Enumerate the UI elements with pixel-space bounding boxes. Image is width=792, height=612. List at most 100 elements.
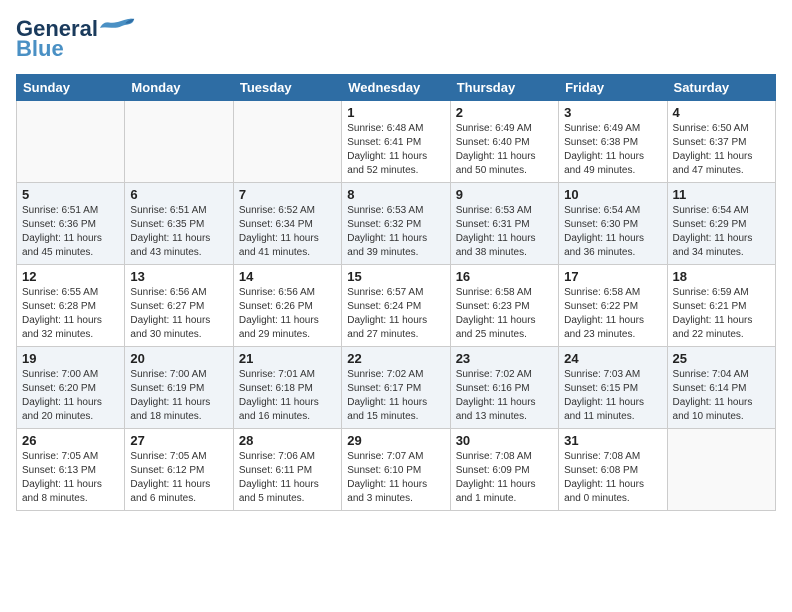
weekday-header-row: SundayMondayTuesdayWednesdayThursdayFrid… (17, 75, 776, 101)
day-number: 9 (456, 187, 553, 202)
calendar-cell: 7 Sunrise: 6:52 AM Sunset: 6:34 PM Daylig… (233, 183, 341, 265)
calendar-cell (17, 101, 125, 183)
logo-bird-icon (100, 16, 136, 38)
calendar-cell: 9 Sunrise: 6:53 AM Sunset: 6:31 PM Daylig… (450, 183, 558, 265)
day-number: 31 (564, 433, 661, 448)
calendar-cell: 8 Sunrise: 6:53 AM Sunset: 6:32 PM Daylig… (342, 183, 450, 265)
weekday-tuesday: Tuesday (233, 75, 341, 101)
calendar-cell: 1 Sunrise: 6:48 AM Sunset: 6:41 PM Daylig… (342, 101, 450, 183)
day-number: 4 (673, 105, 770, 120)
day-number: 10 (564, 187, 661, 202)
day-info: Sunrise: 6:53 AM Sunset: 6:31 PM Dayligh… (456, 204, 553, 260)
logo-blue: Blue (16, 36, 64, 62)
day-info: Sunrise: 6:50 AM Sunset: 6:37 PM Dayligh… (673, 122, 770, 178)
day-number: 15 (347, 269, 444, 284)
day-info: Sunrise: 6:54 AM Sunset: 6:30 PM Dayligh… (564, 204, 661, 260)
day-number: 24 (564, 351, 661, 366)
day-number: 25 (673, 351, 770, 366)
day-number: 7 (239, 187, 336, 202)
day-number: 22 (347, 351, 444, 366)
day-number: 28 (239, 433, 336, 448)
logo: General Blue (16, 16, 136, 62)
day-number: 2 (456, 105, 553, 120)
calendar-cell: 2 Sunrise: 6:49 AM Sunset: 6:40 PM Daylig… (450, 101, 558, 183)
day-info: Sunrise: 7:00 AM Sunset: 6:19 PM Dayligh… (130, 368, 227, 424)
calendar-cell (233, 101, 341, 183)
day-info: Sunrise: 6:54 AM Sunset: 6:29 PM Dayligh… (673, 204, 770, 260)
day-number: 8 (347, 187, 444, 202)
day-number: 5 (22, 187, 119, 202)
weekday-wednesday: Wednesday (342, 75, 450, 101)
day-info: Sunrise: 7:05 AM Sunset: 6:12 PM Dayligh… (130, 450, 227, 506)
day-number: 19 (22, 351, 119, 366)
day-info: Sunrise: 7:02 AM Sunset: 6:17 PM Dayligh… (347, 368, 444, 424)
calendar-body: 1 Sunrise: 6:48 AM Sunset: 6:41 PM Daylig… (17, 101, 776, 511)
day-number: 1 (347, 105, 444, 120)
weekday-thursday: Thursday (450, 75, 558, 101)
day-info: Sunrise: 6:48 AM Sunset: 6:41 PM Dayligh… (347, 122, 444, 178)
calendar-cell: 15 Sunrise: 6:57 AM Sunset: 6:24 PM Dayli… (342, 265, 450, 347)
calendar-cell: 16 Sunrise: 6:58 AM Sunset: 6:23 PM Dayli… (450, 265, 558, 347)
calendar-cell: 18Sunrise: 6:59 AM Sunset: 6:21 PM Dayli… (667, 265, 775, 347)
day-number: 3 (564, 105, 661, 120)
calendar-cell: 4 Sunrise: 6:50 AM Sunset: 6:37 PM Daylig… (667, 101, 775, 183)
page-header: General Blue (16, 16, 776, 62)
calendar-cell: 14Sunrise: 6:56 AM Sunset: 6:26 PM Dayli… (233, 265, 341, 347)
day-info: Sunrise: 6:53 AM Sunset: 6:32 PM Dayligh… (347, 204, 444, 260)
calendar-week-3: 12 Sunrise: 6:55 AM Sunset: 6:28 PM Dayli… (17, 265, 776, 347)
calendar-cell (667, 429, 775, 511)
day-info: Sunrise: 7:01 AM Sunset: 6:18 PM Dayligh… (239, 368, 336, 424)
calendar-cell: 11 Sunrise: 6:54 AM Sunset: 6:29 PM Dayli… (667, 183, 775, 265)
day-info: Sunrise: 7:05 AM Sunset: 6:13 PM Dayligh… (22, 450, 119, 506)
day-number: 29 (347, 433, 444, 448)
day-number: 23 (456, 351, 553, 366)
day-number: 16 (456, 269, 553, 284)
calendar-cell: 13 Sunrise: 6:56 AM Sunset: 6:27 PM Dayli… (125, 265, 233, 347)
day-number: 11 (673, 187, 770, 202)
day-info: Sunrise: 7:03 AM Sunset: 6:15 PM Dayligh… (564, 368, 661, 424)
calendar-week-4: 19 Sunrise: 7:00 AM Sunset: 6:20 PM Dayli… (17, 347, 776, 429)
weekday-friday: Friday (559, 75, 667, 101)
day-info: Sunrise: 6:51 AM Sunset: 6:35 PM Dayligh… (130, 204, 227, 260)
day-info: Sunrise: 7:08 AM Sunset: 6:09 PM Dayligh… (456, 450, 553, 506)
calendar-table: SundayMondayTuesdayWednesdayThursdayFrid… (16, 74, 776, 511)
day-info: Sunrise: 6:56 AM Sunset: 6:27 PM Dayligh… (130, 286, 227, 342)
calendar-cell: 19 Sunrise: 7:00 AM Sunset: 6:20 PM Dayli… (17, 347, 125, 429)
day-number: 13 (130, 269, 227, 284)
calendar-cell (125, 101, 233, 183)
calendar-cell: 28 Sunrise: 7:06 AM Sunset: 6:11 PM Dayli… (233, 429, 341, 511)
day-info: Sunrise: 7:07 AM Sunset: 6:10 PM Dayligh… (347, 450, 444, 506)
day-info: Sunrise: 6:58 AM Sunset: 6:23 PM Dayligh… (456, 286, 553, 342)
calendar-cell: 23 Sunrise: 7:02 AM Sunset: 6:16 PM Dayli… (450, 347, 558, 429)
calendar-cell: 12 Sunrise: 6:55 AM Sunset: 6:28 PM Dayli… (17, 265, 125, 347)
day-info: Sunrise: 6:49 AM Sunset: 6:40 PM Dayligh… (456, 122, 553, 178)
day-info: Sunrise: 6:49 AM Sunset: 6:38 PM Dayligh… (564, 122, 661, 178)
day-number: 30 (456, 433, 553, 448)
day-info: Sunrise: 6:57 AM Sunset: 6:24 PM Dayligh… (347, 286, 444, 342)
day-info: Sunrise: 7:04 AM Sunset: 6:14 PM Dayligh… (673, 368, 770, 424)
day-info: Sunrise: 7:02 AM Sunset: 6:16 PM Dayligh… (456, 368, 553, 424)
day-number: 18 (673, 269, 770, 284)
calendar-cell: 25 Sunrise: 7:04 AM Sunset: 6:14 PM Dayli… (667, 347, 775, 429)
day-info: Sunrise: 6:58 AM Sunset: 6:22 PM Dayligh… (564, 286, 661, 342)
weekday-saturday: Saturday (667, 75, 775, 101)
calendar-cell: 3 Sunrise: 6:49 AM Sunset: 6:38 PM Daylig… (559, 101, 667, 183)
day-number: 26 (22, 433, 119, 448)
day-info: Sunrise: 6:55 AM Sunset: 6:28 PM Dayligh… (22, 286, 119, 342)
day-info: Sunrise: 7:00 AM Sunset: 6:20 PM Dayligh… (22, 368, 119, 424)
day-info: Sunrise: 7:06 AM Sunset: 6:11 PM Dayligh… (239, 450, 336, 506)
day-number: 20 (130, 351, 227, 366)
calendar-cell: 10 Sunrise: 6:54 AM Sunset: 6:30 PM Dayli… (559, 183, 667, 265)
calendar-cell: 5 Sunrise: 6:51 AM Sunset: 6:36 PM Daylig… (17, 183, 125, 265)
day-number: 27 (130, 433, 227, 448)
calendar-week-2: 5 Sunrise: 6:51 AM Sunset: 6:36 PM Daylig… (17, 183, 776, 265)
day-info: Sunrise: 6:51 AM Sunset: 6:36 PM Dayligh… (22, 204, 119, 260)
calendar-week-1: 1 Sunrise: 6:48 AM Sunset: 6:41 PM Daylig… (17, 101, 776, 183)
calendar-cell: 26 Sunrise: 7:05 AM Sunset: 6:13 PM Dayli… (17, 429, 125, 511)
day-number: 12 (22, 269, 119, 284)
day-number: 17 (564, 269, 661, 284)
calendar-cell: 29 Sunrise: 7:07 AM Sunset: 6:10 PM Dayli… (342, 429, 450, 511)
day-info: Sunrise: 7:08 AM Sunset: 6:08 PM Dayligh… (564, 450, 661, 506)
day-info: Sunrise: 6:56 AM Sunset: 6:26 PM Dayligh… (239, 286, 336, 342)
day-info: Sunrise: 6:52 AM Sunset: 6:34 PM Dayligh… (239, 204, 336, 260)
